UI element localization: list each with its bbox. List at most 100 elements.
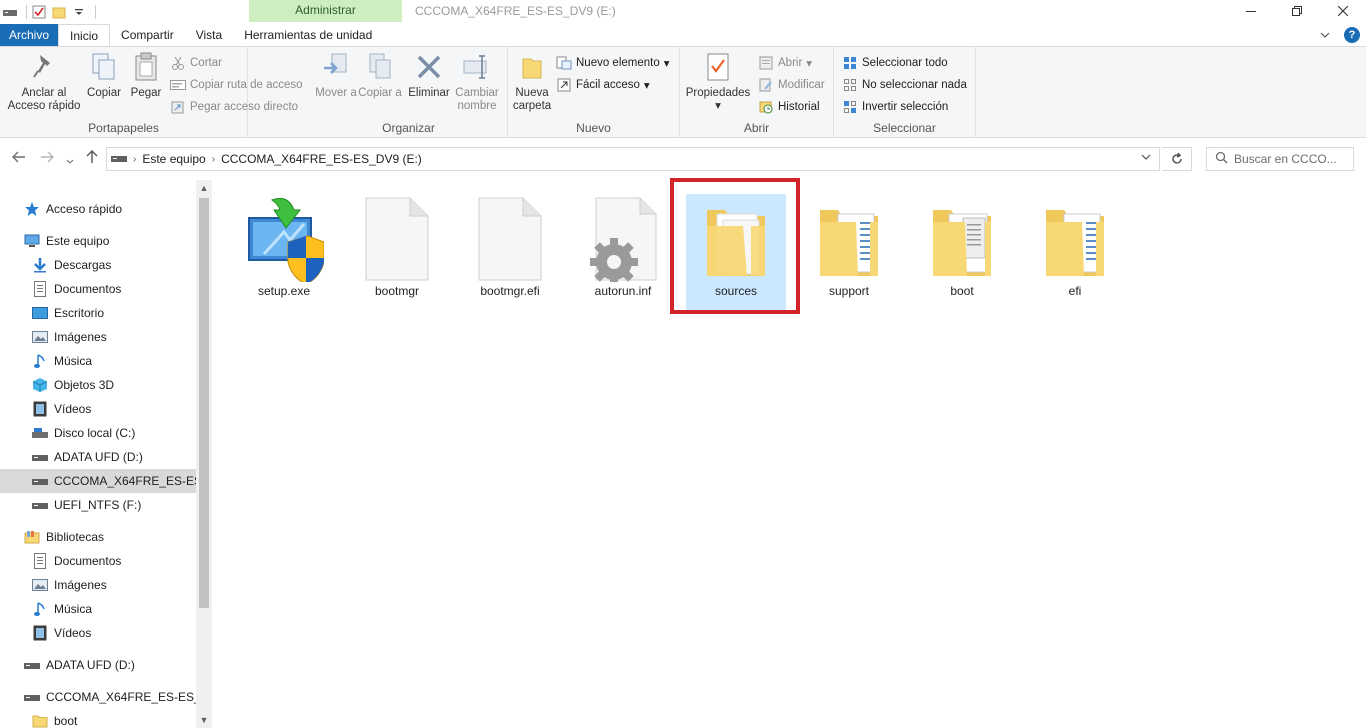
- chevron-down-icon[interactable]: [1320, 28, 1330, 42]
- properties-label: Propiedades: [685, 87, 751, 99]
- delete-button[interactable]: Eliminar: [406, 51, 452, 100]
- sidebar-item-music[interactable]: Música: [0, 349, 196, 373]
- invert-selection-button[interactable]: Invertir selección: [842, 99, 948, 115]
- customize-dropdown-icon[interactable]: [71, 4, 87, 20]
- organize-group-label: Organizar: [382, 121, 435, 135]
- sidebar-item-label: Objetos 3D: [54, 378, 115, 392]
- image-icon: [32, 329, 48, 345]
- properties-button[interactable]: Propiedades ▾: [684, 51, 752, 113]
- sidebar-item-lib-music[interactable]: Música: [0, 597, 196, 621]
- file-name: setup.exe: [257, 284, 311, 298]
- search-icon: [1215, 151, 1228, 167]
- group-clipboard: Anclar al Acceso rápido Copiar Pegar Cor…: [0, 47, 303, 137]
- copy-to-icon: [364, 51, 396, 83]
- new-folder-button[interactable]: Nueva carpeta: [510, 51, 554, 113]
- new-item-button[interactable]: Nuevo elemento ▾: [556, 55, 670, 71]
- recent-locations-chevron-icon[interactable]: [66, 152, 74, 168]
- easy-access-button[interactable]: Fácil acceso ▾: [556, 77, 650, 93]
- breadcrumb-drive-e[interactable]: CCCOMA_X64FRE_ES-ES_DV9 (E:): [215, 152, 428, 166]
- sidebar-item-boot[interactable]: boot: [0, 709, 196, 728]
- new-folder-icon[interactable]: [51, 4, 67, 20]
- paste-shortcut-button[interactable]: Pegar acceso directo: [170, 99, 298, 115]
- sidebar-item-quick-access[interactable]: Acceso rápido: [0, 197, 196, 221]
- file-name: support: [828, 284, 870, 298]
- scroll-down-arrow-icon[interactable]: ▼: [196, 712, 212, 728]
- search-box[interactable]: Buscar en CCCO...: [1206, 147, 1354, 171]
- sidebar-scrollbar[interactable]: ▲ ▼: [196, 180, 212, 728]
- file-item-efi[interactable]: efi: [1025, 194, 1125, 310]
- file-item-boot[interactable]: boot: [912, 194, 1012, 310]
- file-item-autorun-inf[interactable]: autorun.inf: [573, 194, 673, 310]
- copy-button[interactable]: Copiar: [84, 51, 124, 100]
- file-item-support[interactable]: support: [799, 194, 899, 310]
- scroll-thumb[interactable]: [199, 198, 209, 608]
- sidebar-item-pictures[interactable]: Imágenes: [0, 325, 196, 349]
- close-button[interactable]: [1320, 0, 1366, 22]
- sidebar-item-cccoma-e-root[interactable]: CCCOMA_X64FRE_ES-ES_DV9 (E:): [0, 685, 196, 709]
- move-to-label: Mover a: [315, 87, 357, 99]
- sidebar-item-this-pc[interactable]: Este equipo: [0, 229, 196, 253]
- help-icon[interactable]: ?: [1344, 27, 1360, 43]
- drive-icon[interactable]: [2, 4, 18, 20]
- pin-quick-access-button[interactable]: Anclar al Acceso rápido: [4, 51, 84, 113]
- minimize-button[interactable]: [1228, 0, 1274, 22]
- sidebar-item-lib-documents[interactable]: Documentos: [0, 549, 196, 573]
- tab-drive-tools[interactable]: Herramientas de unidad: [233, 24, 384, 46]
- address-dropdown-icon[interactable]: [1141, 152, 1151, 163]
- select-none-button[interactable]: No seleccionar nada: [842, 77, 967, 93]
- copy-to-button[interactable]: Copiar a: [358, 51, 402, 100]
- settings-file-icon: [583, 196, 663, 282]
- sidebar-item-lib-videos[interactable]: Vídeos: [0, 621, 196, 645]
- tab-share[interactable]: Compartir: [110, 24, 185, 46]
- refresh-button[interactable]: [1162, 147, 1192, 171]
- file-item-setup-exe[interactable]: setup.exe: [234, 194, 334, 310]
- sidebar-item-uefi-f[interactable]: UEFI_NTFS (F:): [0, 493, 196, 517]
- new-folder-label: Nueva carpeta: [512, 87, 552, 112]
- sidebar-item-adata-d-root[interactable]: ADATA UFD (D:): [0, 653, 196, 677]
- sidebar-item-label: ADATA UFD (D:): [54, 450, 143, 464]
- file-item-bootmgr-efi[interactable]: bootmgr.efi: [460, 194, 560, 310]
- sidebar-item-videos[interactable]: Vídeos: [0, 397, 196, 421]
- up-arrow-icon[interactable]: [86, 150, 98, 167]
- restore-button[interactable]: [1274, 0, 1320, 22]
- move-to-button[interactable]: Mover a: [314, 51, 358, 100]
- file-name: autorun.inf: [594, 284, 652, 298]
- sidebar-item-downloads[interactable]: Descargas: [0, 253, 196, 277]
- rename-button[interactable]: Cambiar nombre: [452, 51, 502, 113]
- sidebar-item-adata-d[interactable]: ADATA UFD (D:): [0, 445, 196, 469]
- sidebar-item-3d-objects[interactable]: Objetos 3D: [0, 373, 196, 397]
- sidebar-item-cccoma-e[interactable]: CCCOMA_X64FRE_ES-ES_DV9 (E:): [0, 469, 196, 493]
- document-icon: [32, 553, 48, 569]
- tab-view[interactable]: Vista: [185, 24, 233, 46]
- tab-home[interactable]: Inicio: [58, 24, 111, 46]
- new-item-icon: [556, 55, 572, 71]
- cut-button[interactable]: Cortar: [170, 55, 222, 71]
- sidebar-item-label: Documentos: [54, 282, 122, 296]
- history-button[interactable]: Historial: [758, 99, 820, 115]
- sidebar-item-local-disk-c[interactable]: Disco local (C:): [0, 421, 196, 445]
- edit-button[interactable]: Modificar: [758, 77, 825, 93]
- tab-file[interactable]: Archivo: [0, 24, 59, 46]
- sidebar-item-lib-pictures[interactable]: Imágenes: [0, 573, 196, 597]
- sidebar-item-label: UEFI_NTFS (F:): [54, 498, 142, 512]
- properties-check-icon[interactable]: [31, 4, 47, 20]
- paste-icon: [130, 51, 162, 83]
- refresh-icon: [1171, 152, 1182, 164]
- file-name: bootmgr: [374, 284, 420, 298]
- sidebar-item-documents[interactable]: Documentos: [0, 277, 196, 301]
- copy-path-button[interactable]: Copiar ruta de acceso: [170, 77, 303, 93]
- drive-icon: [32, 425, 48, 441]
- group-select: Seleccionar todo No seleccionar nada Inv…: [834, 47, 976, 137]
- breadcrumb-this-pc[interactable]: Este equipo: [136, 152, 211, 166]
- address-bar[interactable]: › Este equipo › CCCOMA_X64FRE_ES-ES_DV9 …: [106, 147, 1160, 171]
- sidebar-item-desktop[interactable]: Escritorio: [0, 301, 196, 325]
- scroll-up-arrow-icon[interactable]: ▲: [196, 180, 212, 196]
- file-item-bootmgr[interactable]: bootmgr: [347, 194, 447, 310]
- select-all-button[interactable]: Seleccionar todo: [842, 55, 948, 71]
- back-arrow-icon[interactable]: [12, 150, 26, 166]
- sidebar-item-label: boot: [54, 714, 78, 728]
- sidebar-item-libraries[interactable]: Bibliotecas: [0, 525, 196, 549]
- paste-button[interactable]: Pegar: [126, 51, 166, 100]
- forward-arrow-icon[interactable]: [40, 150, 54, 166]
- open-button[interactable]: Abrir ▾: [758, 55, 812, 71]
